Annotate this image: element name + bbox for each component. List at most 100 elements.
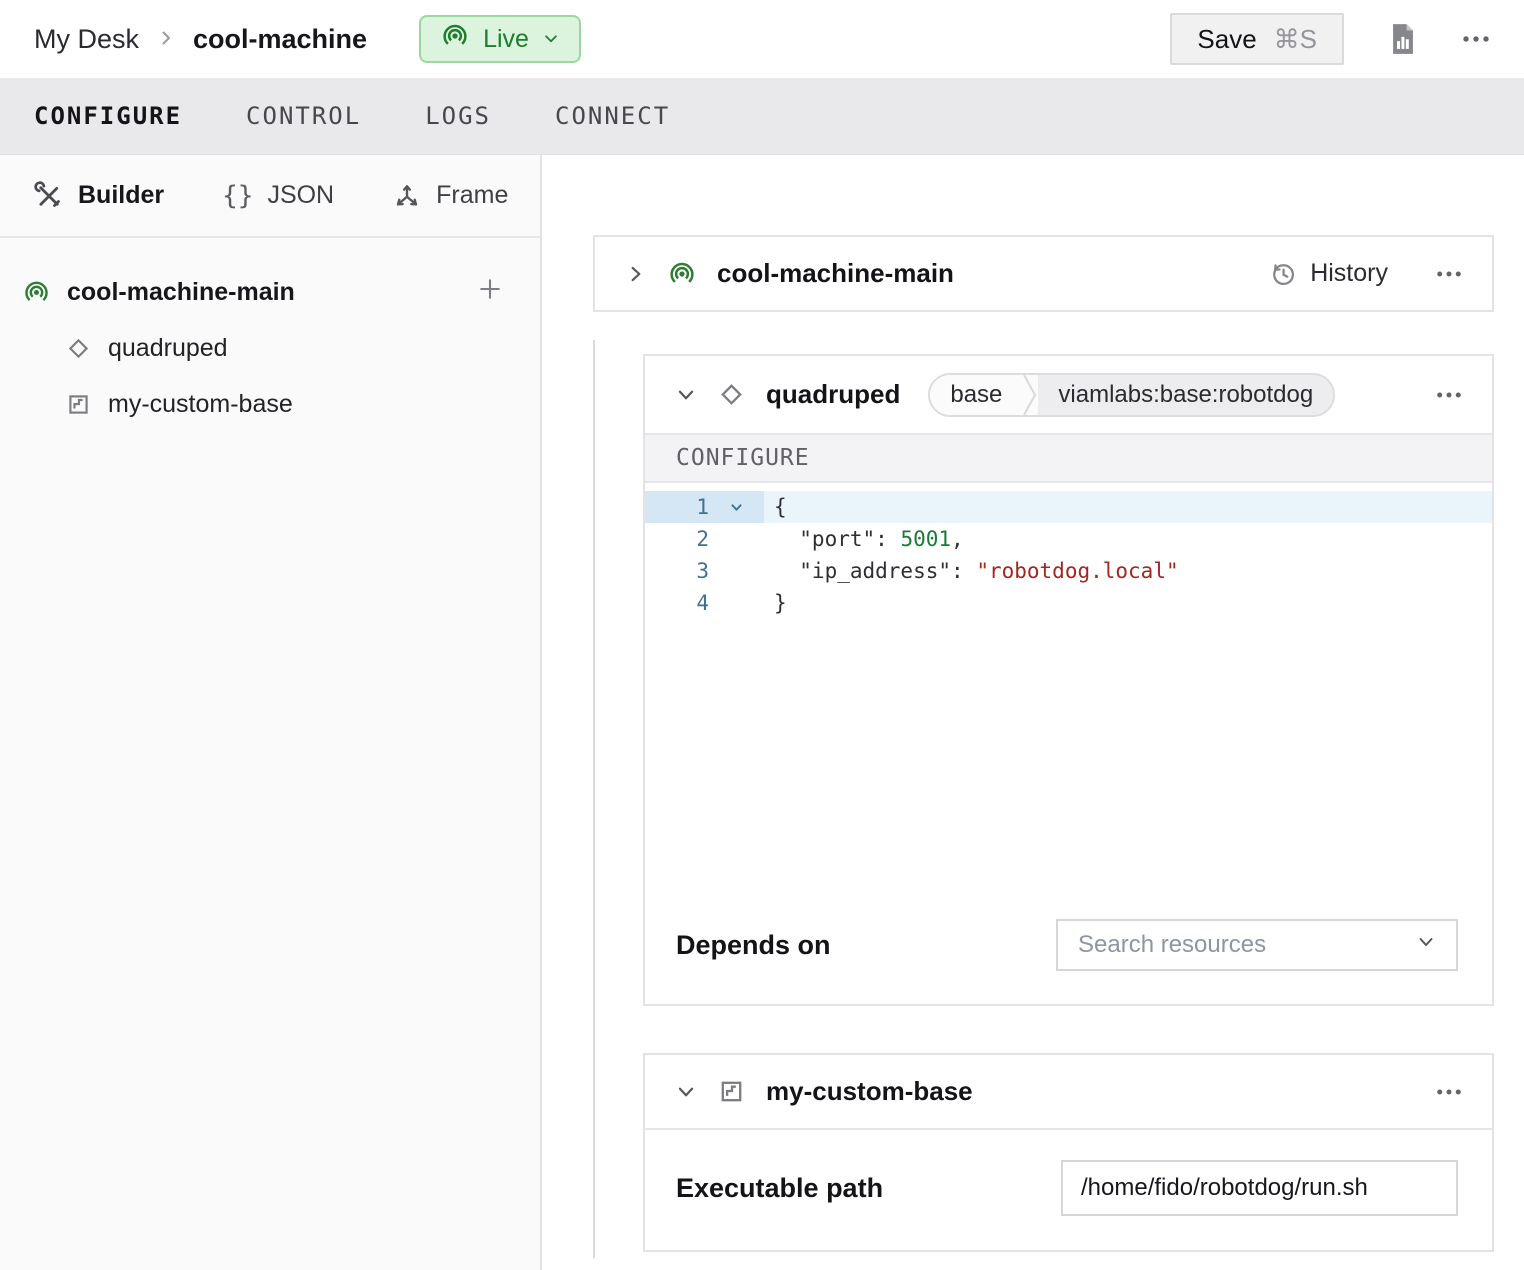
depends-on-label: Depends on — [676, 930, 831, 961]
configure-sidebar: Builder {} JSON Frame — [0, 155, 542, 1270]
component-type-model-badge: base viamlabs:base:robotdog — [928, 373, 1335, 417]
code-line-4: 4 } — [645, 587, 1492, 619]
ellipsis-icon — [1436, 270, 1462, 278]
tab-connect[interactable]: CONNECT — [555, 102, 670, 130]
code-line-2: 2 "port": 5001, — [645, 523, 1492, 555]
component-card-quadruped: quadruped base viamlabs:base:robotdog CO… — [643, 354, 1494, 1006]
save-label: Save — [1197, 24, 1256, 55]
file-chart-icon — [1388, 22, 1418, 56]
view-builder[interactable]: Builder — [34, 181, 164, 211]
module-icon — [65, 391, 92, 418]
view-frame-label: Frame — [436, 181, 508, 210]
chevron-down-icon[interactable] — [675, 384, 697, 406]
component-type: base — [930, 375, 1022, 415]
configure-section-header: CONFIGURE — [645, 433, 1492, 483]
chevron-down-icon — [1416, 932, 1436, 952]
header-more-menu[interactable] — [1462, 35, 1490, 43]
tree-item-quadruped[interactable]: quadruped — [22, 320, 504, 376]
component-more-menu[interactable] — [1436, 386, 1462, 404]
module-more-menu[interactable] — [1436, 1083, 1462, 1101]
tree-item-main-part[interactable]: cool-machine-main — [22, 264, 504, 320]
line-number: 1 — [645, 491, 709, 523]
view-json-label: JSON — [267, 181, 334, 210]
code-token: "port" — [774, 527, 875, 551]
machine-logs-report-button[interactable] — [1388, 22, 1418, 56]
breadcrumb: My Desk cool-machine — [34, 24, 367, 55]
tab-control[interactable]: CONTROL — [246, 102, 361, 130]
broadcast-icon — [22, 278, 51, 307]
status-label: Live — [483, 25, 529, 54]
chevron-down-icon — [542, 30, 560, 48]
diamond-icon — [65, 335, 92, 362]
view-switcher: Builder {} JSON Frame — [0, 155, 540, 238]
ellipsis-icon — [1462, 35, 1490, 43]
diamond-icon — [717, 380, 746, 409]
depends-on-select[interactable]: Search resources — [1056, 919, 1458, 971]
plus-icon — [476, 275, 504, 303]
module-card-title: my-custom-base — [766, 1076, 973, 1107]
code-line-3: 3 "ip_address": "robotdog.local" — [645, 555, 1492, 587]
top-header: My Desk cool-machine Live Save ⌘S — [0, 0, 1524, 78]
executable-path-input[interactable] — [1061, 1160, 1458, 1216]
code-token: } — [774, 591, 787, 615]
part-card: cool-machine-main History — [593, 235, 1494, 312]
module-icon — [717, 1077, 746, 1106]
tab-configure[interactable]: CONFIGURE — [34, 102, 182, 130]
ellipsis-icon — [1436, 1088, 1462, 1096]
history-button[interactable]: History — [1269, 259, 1388, 288]
configure-section-label: CONFIGURE — [676, 445, 810, 471]
code-token: "robotdog.local" — [976, 559, 1178, 583]
line-number: 2 — [645, 523, 709, 555]
view-builder-label: Builder — [78, 181, 164, 210]
depends-on-placeholder: Search resources — [1078, 931, 1266, 959]
history-label: History — [1310, 259, 1388, 288]
part-card-title: cool-machine-main — [717, 258, 954, 289]
nesting-guide-line — [593, 340, 595, 1258]
code-line-1: 1 { — [645, 491, 1492, 523]
component-card-title: quadruped — [766, 379, 900, 410]
machine-name: cool-machine — [193, 24, 367, 55]
chevron-down-icon — [729, 500, 744, 515]
view-frame[interactable]: Frame — [392, 181, 508, 211]
line-number: 4 — [645, 587, 709, 619]
tree-item-label: my-custom-base — [108, 390, 293, 419]
line-number: 3 — [645, 555, 709, 587]
part-more-menu[interactable] — [1436, 265, 1462, 283]
resource-tree: cool-machine-main quadruped my-custom-ba… — [0, 238, 540, 432]
module-card-my-custom-base: my-custom-base Executable path — [643, 1053, 1494, 1252]
frame-axes-icon — [392, 181, 422, 211]
save-shortcut: ⌘S — [1274, 24, 1317, 55]
component-model: viamlabs:base:robotdog — [1038, 375, 1333, 415]
history-icon — [1269, 260, 1297, 288]
code-token: "ip_address" — [774, 559, 951, 583]
executable-path-row: Executable path — [645, 1160, 1492, 1216]
configure-main: cool-machine-main History — [542, 155, 1524, 1270]
code-token: , — [951, 527, 964, 551]
tools-icon — [34, 181, 64, 211]
code-token: : — [951, 559, 976, 583]
chevron-down-icon[interactable] — [675, 1081, 697, 1103]
view-json[interactable]: {} JSON — [222, 181, 334, 211]
json-attributes-editor[interactable]: 1 { 2 "port": 5001, 3 "ip_address": "rob… — [645, 483, 1492, 881]
fold-toggle[interactable] — [709, 491, 764, 523]
executable-path-label: Executable path — [676, 1173, 883, 1204]
tree-item-my-custom-base[interactable]: my-custom-base — [22, 376, 504, 432]
machine-tabbar: CONFIGURE CONTROL LOGS CONNECT — [0, 78, 1524, 155]
machine-status-dropdown[interactable]: Live — [419, 15, 581, 63]
add-resource-button[interactable] — [476, 275, 504, 310]
chevron-right-icon[interactable] — [625, 263, 647, 285]
tab-logs[interactable]: LOGS — [425, 102, 491, 130]
badge-divider — [1022, 375, 1038, 415]
braces-icon: {} — [222, 181, 253, 211]
depends-on-row: Depends on Search resources — [645, 919, 1492, 971]
broadcast-icon — [667, 259, 697, 289]
save-button[interactable]: Save ⌘S — [1170, 13, 1344, 65]
tree-item-label: cool-machine-main — [67, 278, 295, 307]
tree-item-label: quadruped — [108, 334, 228, 363]
breadcrumb-root[interactable]: My Desk — [34, 24, 139, 55]
code-token: : — [875, 527, 900, 551]
code-token: { — [774, 495, 787, 519]
chevron-right-icon — [156, 24, 176, 55]
code-token: 5001 — [900, 527, 951, 551]
broadcast-icon — [440, 21, 470, 58]
